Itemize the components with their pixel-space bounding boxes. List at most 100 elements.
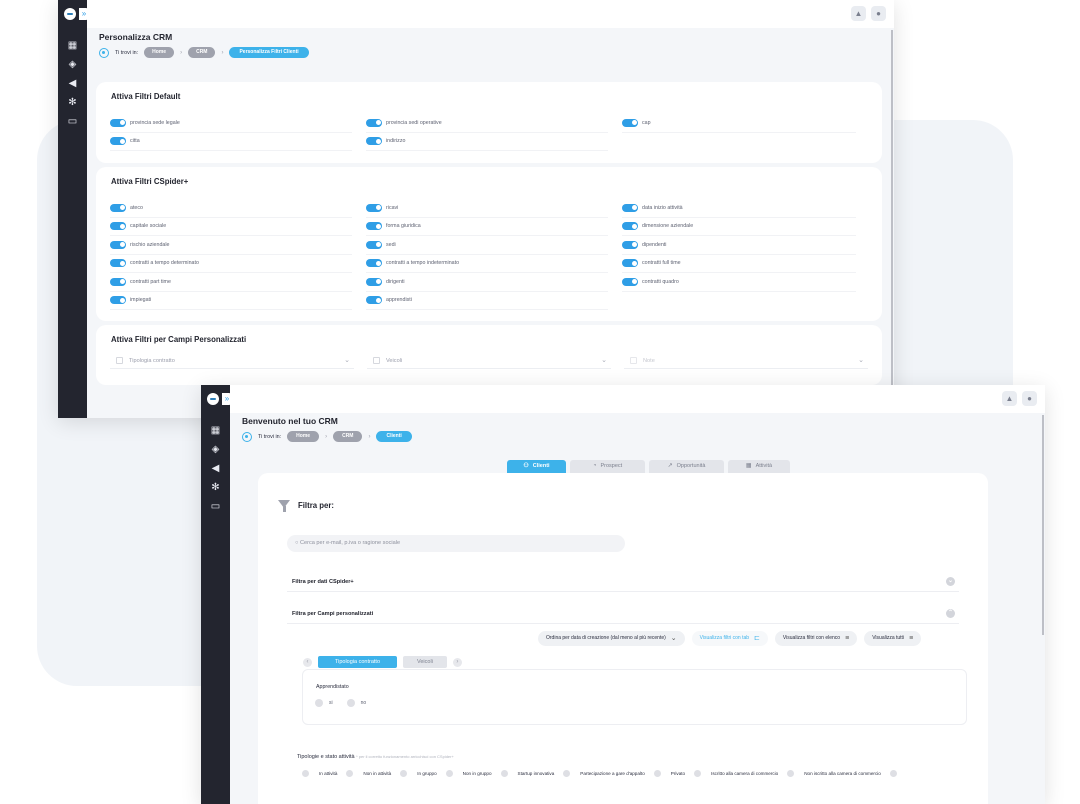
toggle-switch[interactable] <box>110 240 126 249</box>
filter-toggle-row[interactable]: dipendenti <box>622 236 856 255</box>
filter-toggle-row[interactable]: capitale sociale <box>110 218 352 236</box>
radio-dot[interactable] <box>315 699 323 707</box>
search-input[interactable]: ○ Cerca per e-mail, p.iva o ragione soci… <box>287 535 625 552</box>
radio-dot[interactable] <box>346 699 355 707</box>
activity-chip[interactable]: In gruppo <box>400 770 437 777</box>
filter-toggle-row[interactable]: contratti full time <box>622 255 856 273</box>
filter-toggle-row[interactable]: citta <box>110 133 352 151</box>
filter-toggle-row[interactable]: apprendisti <box>366 292 608 310</box>
toggle-switch[interactable] <box>110 222 126 231</box>
filter-toggle-row[interactable]: provincia sede legale <box>110 114 352 133</box>
custom-field-note-dropdown[interactable]: Note ⌄ <box>624 353 868 369</box>
breadcrumb-home[interactable]: Home <box>287 431 320 442</box>
toggle-switch[interactable] <box>366 137 382 146</box>
tab-clienti[interactable]: ⚇ Clienti <box>507 460 566 473</box>
activity-chip[interactable]: Startup innovativa <box>500 770 554 777</box>
monitor-icon[interactable]: ▭ <box>201 497 230 516</box>
activity-chip[interactable]: Partecipazione a gare d'appalto <box>563 770 645 777</box>
logo[interactable] <box>64 8 76 20</box>
bell-icon[interactable]: ▲ <box>1002 391 1017 406</box>
megaphone-icon[interactable]: ◀ <box>201 459 230 478</box>
toggle-switch[interactable] <box>366 222 382 231</box>
toggle-switch[interactable] <box>110 118 126 127</box>
toggle-switch[interactable] <box>622 118 638 127</box>
megaphone-icon[interactable]: ◀ <box>58 74 87 93</box>
breadcrumb-current[interactable]: Clienti <box>376 431 412 442</box>
filter-toggle-row[interactable]: ricavi <box>366 199 608 218</box>
radio-dot[interactable] <box>653 770 661 777</box>
filter-toggle-row[interactable]: dirigenti <box>366 273 608 292</box>
filter-toggle-row[interactable]: contratti a tempo indeterminato <box>366 255 608 273</box>
toggle-switch[interactable] <box>622 259 638 268</box>
filter-toggle-row[interactable]: rischio aziendale <box>110 236 352 255</box>
subtab-tipologia[interactable]: Tipologia contratto <box>318 656 397 668</box>
user-icon[interactable]: ● <box>1022 391 1037 406</box>
logo[interactable] <box>207 393 219 405</box>
toggle-switch[interactable] <box>366 203 382 212</box>
toggle-switch[interactable] <box>366 259 382 268</box>
layers-icon[interactable]: ◈ <box>201 440 230 459</box>
spider-icon[interactable]: ✻ <box>201 478 230 497</box>
arrow-left-icon[interactable]: ‹ <box>303 657 312 667</box>
toggle-switch[interactable] <box>110 203 126 212</box>
dashboard-icon[interactable]: ▦ <box>58 36 87 55</box>
bell-icon[interactable]: ▲ <box>851 6 866 21</box>
toggle-switch[interactable] <box>110 296 126 305</box>
toggle-switch[interactable] <box>366 118 382 127</box>
monitor-icon[interactable]: ▭ <box>58 112 87 131</box>
toggle-switch[interactable] <box>366 296 382 305</box>
scrollbar[interactable] <box>1042 415 1044 635</box>
toggle-switch[interactable] <box>622 203 638 212</box>
checkbox[interactable] <box>116 357 123 364</box>
filter-toggle-row[interactable]: ateco <box>110 199 352 218</box>
toggle-switch[interactable] <box>622 277 638 286</box>
filter-toggle-row[interactable]: sedi <box>366 236 608 255</box>
view-all-button[interactable]: Visualizza tutti ≡ <box>864 631 922 646</box>
radio-dot[interactable] <box>400 770 408 777</box>
custom-field-veicoli-dropdown[interactable]: Veicoli ⌄ <box>367 353 611 369</box>
toggle-switch[interactable] <box>622 240 638 249</box>
radio-dot[interactable] <box>694 770 702 777</box>
sort-dropdown[interactable]: Ordina per data di creazione (dal meno a… <box>538 631 685 646</box>
filter-toggle-row[interactable]: impiegati <box>110 292 352 310</box>
chevron-down-icon[interactable]: ⌄ <box>946 577 955 586</box>
filter-toggle-row[interactable]: dimensione aziendale <box>622 218 856 236</box>
dashboard-icon[interactable]: ▦ <box>201 421 230 440</box>
activity-chip[interactable]: Non in gruppo <box>445 770 492 777</box>
toggle-switch[interactable] <box>110 137 126 146</box>
scrollbar[interactable] <box>891 30 893 385</box>
toggle-switch[interactable] <box>366 240 382 249</box>
radio-dot[interactable] <box>346 770 354 777</box>
filter-toggle-row[interactable]: indirizzo <box>366 133 608 151</box>
filter-toggle-row[interactable]: data inizio attività <box>622 199 856 218</box>
tab-attivita[interactable]: ▦ Attività <box>728 460 790 473</box>
filter-toggle-row[interactable]: contratti a tempo determinato <box>110 255 352 273</box>
view-list-button[interactable]: Visualizza filtri con elenco ≡ <box>774 631 858 646</box>
activity-chip[interactable]: Non in attività <box>346 770 391 777</box>
checkbox[interactable] <box>373 357 380 364</box>
breadcrumb-crm[interactable]: CRM <box>333 431 363 442</box>
toggle-switch[interactable] <box>110 277 126 286</box>
filter-toggle-row[interactable]: forma giuridica <box>366 218 608 236</box>
radio-dot[interactable] <box>445 770 453 777</box>
toggle-switch[interactable] <box>110 259 126 268</box>
tab-prospect[interactable]: ◔ Prospect <box>570 460 645 473</box>
radio-no[interactable]: no <box>346 699 366 707</box>
filter-toggle-row[interactable]: contratti part time <box>110 273 352 292</box>
toggle-switch[interactable] <box>366 277 382 286</box>
activity-chip[interactable]: Privato <box>653 770 685 777</box>
section-cspider[interactable]: Filtra per dati CSpider+ ⌄ <box>287 572 959 592</box>
radio-dot[interactable] <box>302 770 309 777</box>
activity-chip[interactable]: In attività <box>302 770 337 777</box>
radio-dot[interactable] <box>500 770 508 777</box>
activity-chip[interactable]: Iscritto alla camera di commercio <box>694 770 778 777</box>
checkbox[interactable] <box>630 357 637 364</box>
custom-field-tipologia-dropdown[interactable]: Tipologia contratto ⌄ <box>110 353 354 369</box>
section-custom-fields[interactable]: Filtra per Campi personalizzati ⌃ <box>287 604 959 624</box>
spider-icon[interactable]: ✻ <box>58 93 87 112</box>
chevron-up-icon[interactable]: ⌃ <box>946 609 955 618</box>
arrow-right-icon[interactable]: › <box>452 657 462 667</box>
activity-chip[interactable]: Non iscritto alla camera di commercio <box>787 770 881 777</box>
radio-dot[interactable] <box>563 770 571 777</box>
view-tabs-button[interactable]: Visualizza filtri con tab ⊏ <box>691 631 768 646</box>
